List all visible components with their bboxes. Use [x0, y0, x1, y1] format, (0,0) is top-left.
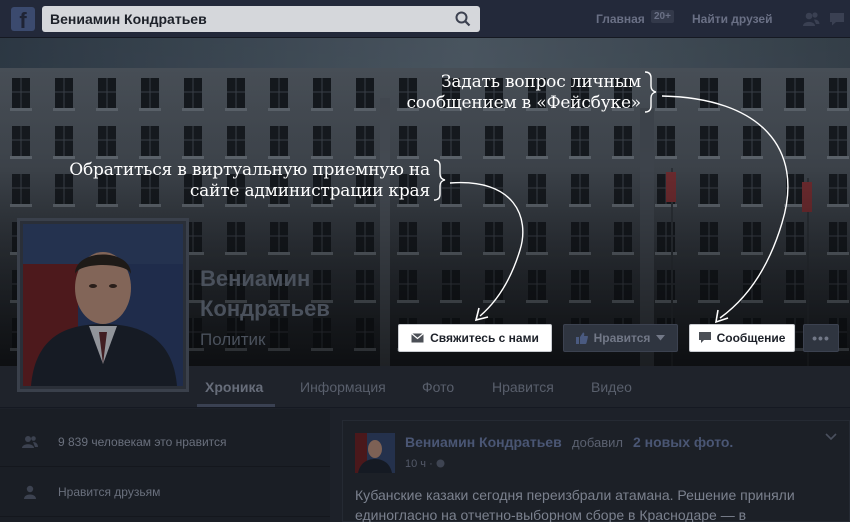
- profile-category: Политик: [200, 330, 266, 349]
- brace-message-icon: [644, 71, 657, 113]
- profile-portrait-image: [23, 224, 183, 386]
- tab-about[interactable]: Информация: [300, 379, 386, 395]
- avatar-portrait-image: [355, 433, 395, 473]
- likes-count-text: 9 839 человекам это нравится: [58, 435, 227, 449]
- search-box[interactable]: [42, 6, 480, 32]
- likes-count-row[interactable]: 9 839 человекам это нравится: [0, 417, 330, 467]
- tab-videos[interactable]: Видео: [591, 379, 632, 395]
- profile-name-last: Кондратьев: [200, 296, 330, 321]
- more-options-label: •••: [812, 330, 830, 346]
- post-action-text: добавил: [572, 435, 623, 450]
- friends-like-row[interactable]: Нравится друзьям: [0, 467, 330, 517]
- friend-requests-icon[interactable]: [802, 10, 820, 28]
- contact-us-button[interactable]: Свяжитесь с нами: [398, 324, 552, 352]
- people-icon: [22, 436, 38, 448]
- person-icon: [24, 485, 36, 499]
- friends-like-text: Нравится друзьям: [58, 485, 161, 499]
- more-options-button[interactable]: •••: [803, 324, 839, 352]
- post-photos-suffix: .: [729, 434, 734, 450]
- thumbs-up-icon: [575, 332, 588, 344]
- messages-icon[interactable]: [828, 10, 846, 28]
- post-body-text: Кубанские казаки сегодня переизбрали ата…: [355, 487, 795, 522]
- send-message-button[interactable]: Сообщение: [689, 324, 795, 352]
- facebook-logo-icon[interactable]: f: [11, 7, 35, 31]
- arrow-to-message-icon: [661, 95, 789, 319]
- profile-picture-frame[interactable]: [17, 218, 189, 392]
- contact-us-label: Свяжитесь с нами: [430, 331, 539, 345]
- post-photos-label: 2 новых фото: [633, 434, 730, 450]
- profile-name[interactable]: Вениамин Кондратьев: [200, 264, 330, 324]
- message-bubble-icon: [698, 332, 711, 343]
- search-input[interactable]: [42, 6, 442, 32]
- left-sidebar: 9 839 человекам это нравится Нравится др…: [0, 409, 330, 522]
- chevron-down-icon: [656, 335, 666, 341]
- tab-photos[interactable]: Фото: [422, 379, 454, 395]
- search-button[interactable]: [446, 6, 480, 32]
- like-label: Нравится: [593, 331, 651, 345]
- post-author-avatar[interactable]: [355, 433, 395, 473]
- nav-home-link[interactable]: Главная: [596, 12, 645, 26]
- post-timestamp[interactable]: 10 ч ·: [405, 458, 445, 470]
- timeline-post: Вениамин Кондратьев добавил 2 новых фото…: [342, 420, 850, 522]
- post-time-text: 10 ч ·: [405, 458, 433, 470]
- like-button[interactable]: Нравится: [563, 324, 678, 352]
- profile-name-first: Вениамин: [200, 266, 311, 291]
- arrow-to-contact-icon: [449, 181, 524, 317]
- search-icon: [455, 11, 471, 27]
- profile-picture[interactable]: [23, 224, 183, 386]
- post-photos-link[interactable]: 2 новых фото.: [633, 434, 733, 450]
- logo-letter: f: [19, 8, 27, 31]
- nav-home-badge: 20+: [651, 10, 674, 23]
- top-bar: f Главная 20+ Найти друзей: [0, 0, 850, 38]
- active-tab-indicator: [197, 404, 275, 407]
- globe-icon: [436, 459, 445, 468]
- post-author-name[interactable]: Вениамин Кондратьев: [405, 434, 562, 450]
- envelope-icon: [411, 333, 425, 343]
- nav-find-friends-link[interactable]: Найти друзей: [692, 12, 772, 26]
- tab-timeline[interactable]: Хроника: [205, 379, 263, 395]
- brace-reception-icon: [433, 159, 446, 201]
- post-options-chevron-icon[interactable]: [825, 433, 837, 441]
- send-message-label: Сообщение: [716, 331, 786, 345]
- tab-likes[interactable]: Нравится: [492, 379, 554, 395]
